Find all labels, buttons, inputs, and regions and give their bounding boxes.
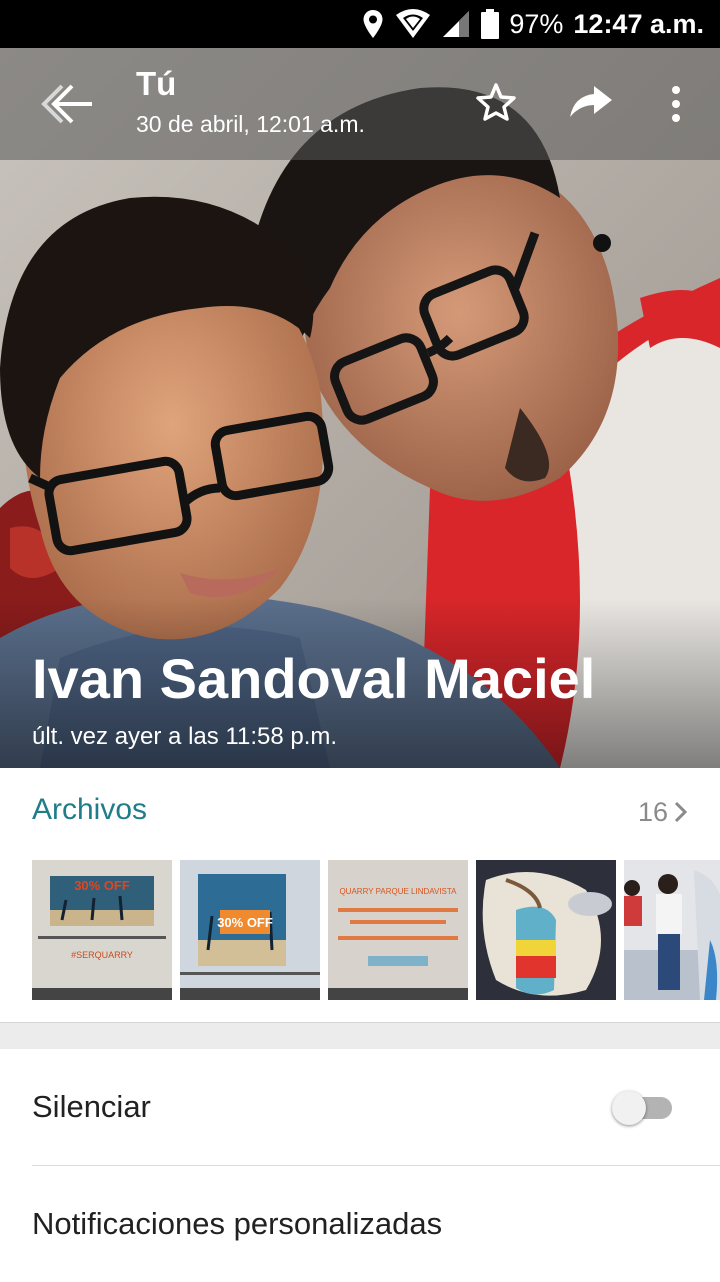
forward-button[interactable]: [568, 84, 616, 120]
chevron-right-icon: [674, 801, 688, 823]
wifi-icon: [396, 9, 431, 38]
star-button[interactable]: [476, 82, 516, 122]
thumbnail-promo-label: 30% OFF: [217, 915, 273, 930]
battery-icon: [481, 9, 500, 39]
last-seen: últ. vez ayer a las 11:58 p.m.: [32, 723, 338, 750]
back-arrow-icon: [41, 84, 92, 124]
media-thumbnail[interactable]: QUARRY PARQUE LINDAVISTA: [328, 860, 468, 1000]
mute-row[interactable]: Silenciar: [32, 1049, 720, 1166]
media-thumbnail[interactable]: 30% OFF: [180, 860, 320, 1000]
more-options-button[interactable]: [664, 84, 688, 124]
thumbnail-image: [624, 860, 720, 1000]
thumbnail-image: [476, 860, 616, 1000]
media-title[interactable]: Archivos: [32, 790, 147, 830]
profile-photo[interactable]: Tú 30 de abril, 12:01 a.m. Ivan Sandoval…: [0, 48, 720, 768]
thumbnail-image: QUARRY PARQUE LINDAVISTA: [328, 860, 468, 1000]
media-count: 16: [637, 797, 668, 827]
chat-settings: Silenciar Notificaciones personalizadas: [0, 1049, 720, 1280]
share-icon: [570, 86, 612, 117]
thumbnail-caption: #SERQUARRY: [71, 950, 133, 960]
custom-notifications-row[interactable]: Notificaciones personalizadas: [32, 1166, 720, 1282]
back-button[interactable]: [30, 82, 96, 126]
media-thumbnail[interactable]: 30% OFF #SERQUARRY: [32, 860, 172, 1000]
signal-icon: [443, 11, 470, 37]
thumbnail-image: 30% OFF #SERQUARRY: [32, 860, 172, 1000]
thumbnail-promo-label: QUARRY PARQUE LINDAVISTA: [339, 887, 457, 896]
section-divider: [0, 1023, 720, 1049]
header-text: Tú 30 de abril, 12:01 a.m.: [136, 64, 365, 140]
custom-notifications-label: Notificaciones personalizadas: [32, 1206, 443, 1241]
thumbnail-image: 30% OFF: [180, 860, 320, 1000]
mute-label: Silenciar: [32, 1089, 151, 1124]
clock: 12:47 a.m.: [573, 8, 704, 39]
battery-percent: 97%: [509, 8, 564, 39]
media-count-link[interactable]: 16: [638, 792, 688, 832]
header-subtitle: 30 de abril, 12:01 a.m.: [136, 111, 365, 137]
mute-toggle-thumb: [612, 1091, 646, 1125]
media-section: Archivos 16 30% OFF #SERQUARRY 30% OFF Q…: [0, 768, 720, 1023]
thumbnail-promo-label: 30% OFF: [74, 878, 130, 893]
media-thumbnail[interactable]: [624, 860, 720, 1000]
status-bar: 97% 12:47 a.m.: [0, 0, 720, 48]
media-thumbnails: 30% OFF #SERQUARRY 30% OFF QUARRY PARQUE…: [32, 860, 720, 1000]
header-title: Tú: [136, 65, 177, 102]
media-thumbnail[interactable]: [476, 860, 616, 1000]
more-vert-icon: [672, 86, 680, 122]
star-icon: [476, 83, 516, 121]
location-icon: [363, 10, 383, 38]
mute-toggle[interactable]: [612, 1091, 674, 1125]
contact-name: Ivan Sandoval Maciel: [32, 647, 596, 710]
